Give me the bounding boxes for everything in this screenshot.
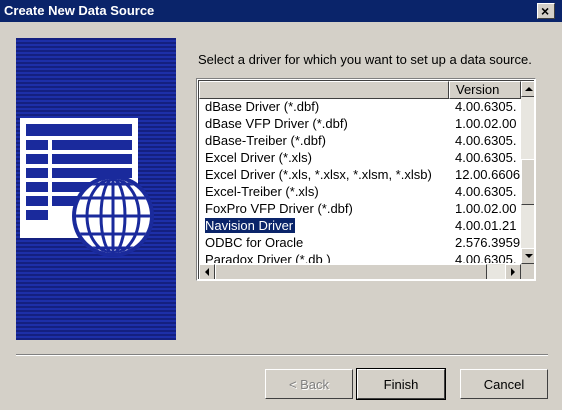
list-item[interactable]: Excel Driver (*.xls, *.xlsx, *.xlsm, *.x… <box>199 167 521 183</box>
driver-version: 1.00.02.00 <box>455 116 517 131</box>
list-item[interactable]: ODBC for Oracle 2.576.3959 <box>199 235 521 251</box>
arrow-up-icon <box>525 87 533 91</box>
scrollbar-corner <box>521 264 534 279</box>
list-item[interactable]: dBase Driver (*.dbf) 4.00.6305. <box>199 99 521 115</box>
driver-name: Excel-Treiber (*.xls) <box>205 184 319 199</box>
driver-version: 12.00.6606 <box>455 167 521 182</box>
driver-name: Paradox Driver (*.db ) <box>205 252 331 263</box>
driver-version: 4.00.6305. <box>455 133 517 148</box>
horizontal-scroll-thumb[interactable] <box>215 264 487 279</box>
driver-version: 4.00.01.21 <box>455 218 517 233</box>
scroll-down-button[interactable] <box>521 248 534 264</box>
close-icon: × <box>541 3 550 19</box>
list-rows: dBase Driver (*.dbf) 4.00.6305. dBase VFP… <box>199 99 521 263</box>
data-source-globe-icon <box>16 38 176 340</box>
wizard-side-panel <box>16 38 176 340</box>
list-item[interactable]: Excel Driver (*.xls) 4.00.6305. <box>199 150 521 166</box>
close-button[interactable]: × <box>537 3 555 19</box>
arrow-left-icon <box>205 268 209 276</box>
list-item[interactable]: Paradox Driver (*.db ) 4.00.6305. <box>199 252 521 263</box>
finish-button[interactable]: Finish <box>356 368 446 400</box>
arrow-right-icon <box>511 268 515 276</box>
list-item-selected[interactable]: Navision Driver 4.00.01.21 <box>199 218 521 234</box>
divider <box>16 354 548 356</box>
driver-name: ODBC for Oracle <box>205 235 304 250</box>
driver-name: Excel Driver (*.xls) <box>205 150 312 165</box>
horizontal-scrollbar[interactable] <box>199 264 521 279</box>
driver-name: Excel Driver (*.xls, *.xlsx, *.xlsm, *.x… <box>205 167 432 182</box>
driver-version: 2.576.3959 <box>455 235 521 250</box>
driver-version: 4.00.6305. <box>455 252 517 263</box>
driver-version: 4.00.6305. <box>455 184 517 199</box>
list-item[interactable]: FoxPro VFP Driver (*.dbf) 1.00.02.00 <box>199 201 521 217</box>
driver-name: dBase-Treiber (*.dbf) <box>205 133 326 148</box>
driver-version: 4.00.6305. <box>455 99 517 114</box>
arrow-down-icon <box>525 254 533 258</box>
vertical-scrollbar[interactable] <box>521 81 534 264</box>
window-title: Create New Data Source <box>4 3 155 18</box>
instruction-text: Select a driver for which you want to se… <box>198 52 532 67</box>
driver-list[interactable]: Version dBase Driver (*.dbf) 4.00.6305. d… <box>196 78 536 281</box>
scroll-up-button[interactable] <box>521 81 534 97</box>
title-bar: Create New Data Source × <box>0 0 562 22</box>
list-header: Version <box>199 81 521 99</box>
create-data-source-dialog: Create New Data Source × Select a driver… <box>0 0 562 410</box>
back-button[interactable]: < Back <box>265 369 353 399</box>
scroll-right-button[interactable] <box>505 264 521 279</box>
list-item[interactable]: dBase-Treiber (*.dbf) 4.00.6305. <box>199 133 521 149</box>
vertical-scroll-thumb[interactable] <box>521 159 534 205</box>
list-item[interactable]: Excel-Treiber (*.xls) 4.00.6305. <box>199 184 521 200</box>
driver-name: FoxPro VFP Driver (*.dbf) <box>205 201 353 216</box>
column-header-version[interactable]: Version <box>449 81 521 99</box>
driver-name: Navision Driver <box>205 218 297 234</box>
driver-name: dBase Driver (*.dbf) <box>205 99 320 114</box>
driver-version: 1.00.02.00 <box>455 201 517 216</box>
driver-version: 4.00.6305. <box>455 150 517 165</box>
cancel-button[interactable]: Cancel <box>460 369 548 399</box>
column-header-name[interactable] <box>199 81 449 99</box>
list-item[interactable]: dBase VFP Driver (*.dbf) 1.00.02.00 <box>199 116 521 132</box>
driver-name: dBase VFP Driver (*.dbf) <box>205 116 348 131</box>
scroll-left-button[interactable] <box>199 264 215 279</box>
